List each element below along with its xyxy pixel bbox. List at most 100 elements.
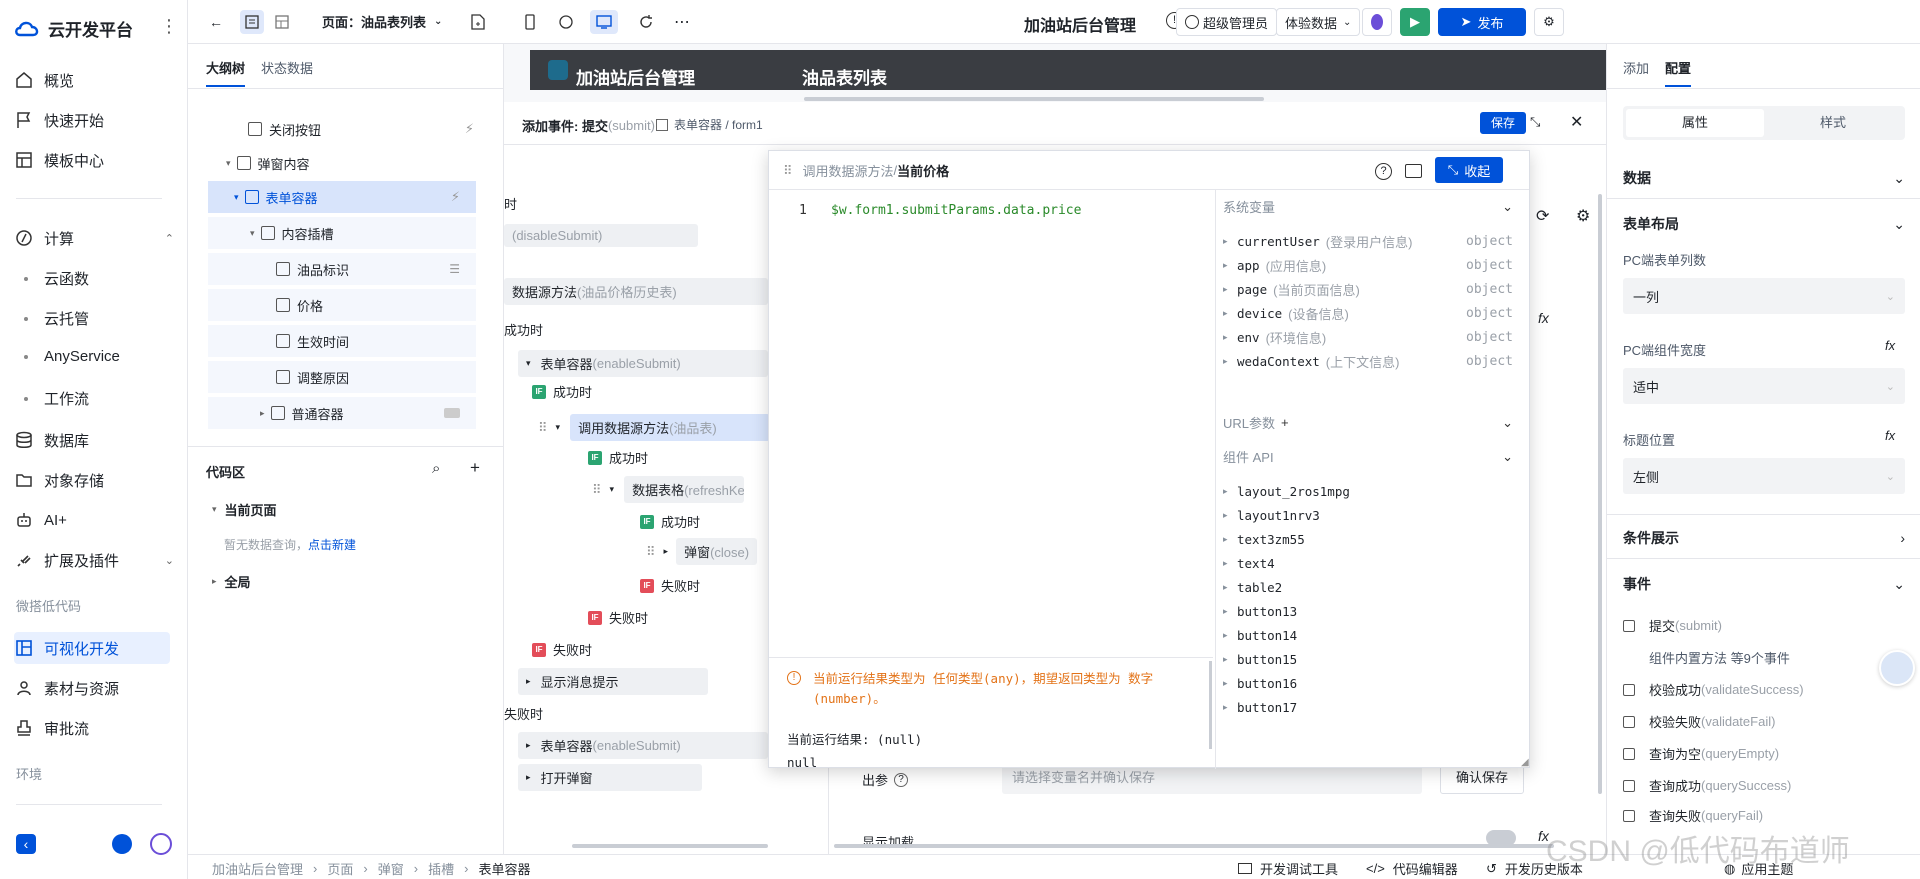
- component-item[interactable]: ▸ button16: [1223, 671, 1513, 695]
- user-role-button[interactable]: 超级管理员: [1176, 8, 1278, 36]
- form-enable-node-2[interactable]: ▸ 表单容器 (enableSubmit): [518, 732, 768, 759]
- event-query-empty[interactable]: 查询为空 (queryEmpty): [1623, 744, 1779, 763]
- more-horizontal-icon[interactable]: ⋯: [670, 10, 694, 34]
- call-ds-row[interactable]: ⠿ ▾ 调用数据源方法(油品表): [538, 414, 771, 441]
- nav-ai[interactable]: AI+: [14, 504, 174, 536]
- global-group[interactable]: ▸ 全局: [212, 572, 251, 591]
- drag-handle-icon[interactable]: ⠿: [592, 482, 602, 498]
- component-item[interactable]: ▸ text4: [1223, 551, 1513, 575]
- fullscreen-icon[interactable]: ⤡: [1530, 114, 1540, 130]
- drag-handle-icon[interactable]: ⠿: [783, 163, 793, 179]
- breadcrumb-item[interactable]: 插槽: [428, 859, 454, 878]
- help-icon[interactable]: ?: [1375, 163, 1392, 180]
- component-item[interactable]: ▸ layout_2ros1mpg: [1223, 479, 1513, 503]
- tab-state-data[interactable]: 状态数据: [261, 58, 313, 87]
- dev-tools-button[interactable]: 开发调试工具: [1238, 859, 1338, 878]
- disable-submit-node[interactable]: (disableSubmit): [504, 224, 698, 247]
- nav-templates[interactable]: 模板中心: [14, 144, 174, 176]
- seg-styles[interactable]: 样式: [1764, 109, 1902, 137]
- section-events[interactable]: 事件 ⌄: [1623, 574, 1905, 594]
- breadcrumb-item[interactable]: 弹窗: [378, 859, 404, 878]
- ds-method-node[interactable]: 数据源方法 (油品价格历史表): [504, 278, 768, 305]
- tab-config[interactable]: 配置: [1665, 58, 1692, 87]
- resize-handle-icon[interactable]: ◢: [1521, 757, 1529, 768]
- tree-node-form-container[interactable]: ▾ 表单容器 ⚡: [208, 181, 476, 213]
- nav-compute[interactable]: 计算 ⌃: [14, 222, 174, 254]
- data-table-row[interactable]: ⠿ ▾ 数据表格(refreshKee: [592, 476, 745, 503]
- section-form-layout[interactable]: 表单布局 ⌄: [1623, 214, 1905, 234]
- env-selector[interactable]: 体验数据 ⌄: [1276, 8, 1361, 36]
- publish-button[interactable]: ➤ 发布: [1438, 8, 1526, 36]
- save-button[interactable]: 保存: [1480, 112, 1526, 134]
- tab-outline-tree[interactable]: 大纲树: [206, 58, 246, 87]
- var-item[interactable]: ▸ device (设备信息) object: [1223, 301, 1513, 325]
- current-page-group[interactable]: ▾ 当前页面: [212, 500, 277, 519]
- event-submit[interactable]: 提交 (submit): [1623, 616, 1722, 635]
- horizontal-scrollbar[interactable]: [572, 844, 768, 848]
- code-editor[interactable]: $w.form1.submitParams.data.price: [831, 203, 1081, 218]
- mobile-view-icon[interactable]: [518, 10, 542, 34]
- system-vars-header[interactable]: 系统变量 ⌄: [1223, 197, 1513, 216]
- tree-node-close-button[interactable]: 关闭按钮 ⚡: [248, 113, 474, 145]
- nav-object-storage[interactable]: 对象存储: [14, 464, 174, 496]
- nav-sub-anyservice[interactable]: AnyService: [24, 348, 120, 365]
- horizontal-scrollbar[interactable]: [834, 844, 1554, 848]
- nav-overview[interactable]: 概览: [14, 64, 174, 96]
- nav-extensions[interactable]: 扩展及插件 ⌄: [14, 544, 174, 576]
- component-api-header[interactable]: 组件 API ⌄: [1223, 447, 1513, 466]
- component-item[interactable]: ▸ button17: [1223, 695, 1513, 719]
- vertical-scrollbar[interactable]: [1598, 194, 1602, 794]
- title-pos-select[interactable]: 左侧 ⌄: [1623, 458, 1905, 494]
- breadcrumb-item[interactable]: 页面: [327, 859, 353, 878]
- pc-cols-select[interactable]: 一列 ⌄: [1623, 278, 1905, 314]
- nav-visual-dev[interactable]: 可视化开发: [14, 632, 170, 664]
- component-item[interactable]: ▸ button13: [1223, 599, 1513, 623]
- help-icon[interactable]: ?: [894, 772, 909, 787]
- event-query-fail[interactable]: 查询失败 (queryFail): [1623, 806, 1763, 825]
- more-vertical-icon[interactable]: ⋮: [160, 16, 178, 37]
- desktop-view-icon[interactable]: [590, 10, 618, 34]
- nav-quickstart[interactable]: 快速开始: [14, 104, 174, 136]
- breadcrumb-item[interactable]: 加油站后台管理: [212, 859, 303, 878]
- component-item[interactable]: ▸ text3zm55: [1223, 527, 1513, 551]
- ai-assistant-button[interactable]: [1362, 8, 1392, 36]
- tree-node-price[interactable]: 价格: [208, 289, 476, 321]
- open-popup-node[interactable]: ▸ 打开弹窗: [518, 764, 702, 791]
- add-icon[interactable]: +: [470, 458, 480, 478]
- preview-button[interactable]: ▶: [1400, 8, 1430, 36]
- call-ds-node[interactable]: 调用数据源方法(油品表): [570, 414, 771, 441]
- search-icon[interactable]: ⌕: [432, 460, 440, 477]
- add-icon[interactable]: +: [1281, 415, 1289, 430]
- nav-approval[interactable]: 审批流: [14, 712, 174, 744]
- code-editor-button[interactable]: </> 代码编辑器: [1366, 859, 1458, 878]
- collapse-button[interactable]: ⤡ 收起: [1435, 157, 1503, 183]
- url-params-header[interactable]: URL参数 + ⌄: [1223, 413, 1513, 432]
- tablet-view-icon[interactable]: [554, 10, 578, 34]
- settings-icon[interactable]: ⚙: [1576, 206, 1590, 226]
- nav-sub-cloud-functions[interactable]: 云函数: [24, 268, 89, 289]
- add-page-icon[interactable]: [466, 10, 490, 34]
- pc-width-select[interactable]: 适中 ⌄: [1623, 368, 1905, 404]
- user-avatar-icon[interactable]: [112, 834, 132, 854]
- refresh-icon[interactable]: ⟳: [1536, 206, 1549, 226]
- create-query-link[interactable]: 点击新建: [308, 536, 356, 553]
- var-item[interactable]: ▸ currentUser (登录用户信息) object: [1223, 229, 1513, 253]
- back-arrow-icon[interactable]: ←: [204, 10, 228, 34]
- horizontal-scrollbar[interactable]: [804, 97, 1264, 101]
- vertical-scrollbar[interactable]: [1209, 661, 1212, 749]
- page-icon[interactable]: [240, 10, 264, 34]
- var-item[interactable]: ▸ app (应用信息) object: [1223, 253, 1513, 277]
- component-item[interactable]: ▸ button14: [1223, 623, 1513, 647]
- assistant-icon[interactable]: [150, 833, 172, 855]
- event-validate-fail[interactable]: 校验失败 (validateFail): [1623, 712, 1775, 731]
- tree-node-oil-id[interactable]: 油品标识 ☰: [208, 253, 476, 285]
- refresh-icon[interactable]: [634, 10, 658, 34]
- component-item[interactable]: ▸ layout1nrv3: [1223, 503, 1513, 527]
- tree-node-effective-time[interactable]: 生效时间: [208, 325, 476, 357]
- var-item[interactable]: ▸ env (环境信息) object: [1223, 325, 1513, 349]
- popup-close-row[interactable]: ⠿ ▸ 弹窗(close): [646, 538, 758, 565]
- page-selector[interactable]: 页面：油品表列表 ⌄: [322, 12, 442, 31]
- var-item[interactable]: ▸ page (当前页面信息) object: [1223, 277, 1513, 301]
- form-enable-node[interactable]: ▾ 表单容器 (enableSubmit): [518, 350, 768, 377]
- tree-node-normal-container[interactable]: ▸ 普通容器: [208, 397, 476, 429]
